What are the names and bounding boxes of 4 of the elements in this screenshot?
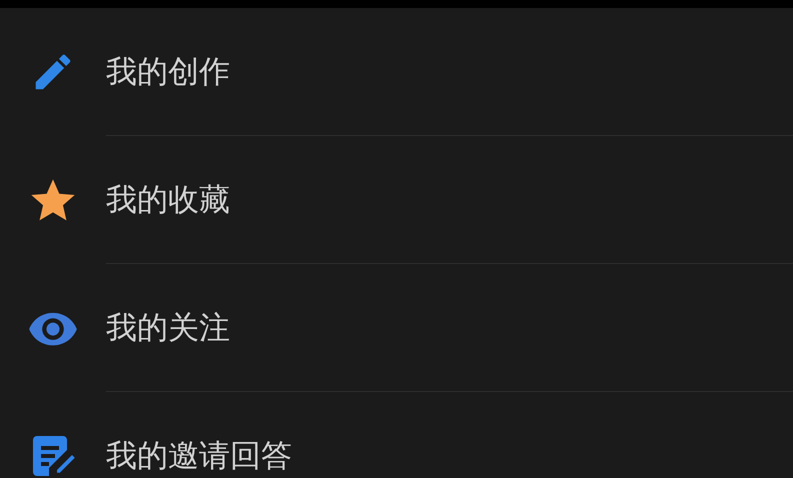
menu-item[interactable]: 我的收藏 xyxy=(106,178,230,220)
menu-item[interactable]: 我的创作 xyxy=(106,50,230,92)
menu-item[interactable]: 我的邀请回答 xyxy=(106,435,292,477)
menu-item[interactable]: 我的关注 xyxy=(106,306,230,348)
